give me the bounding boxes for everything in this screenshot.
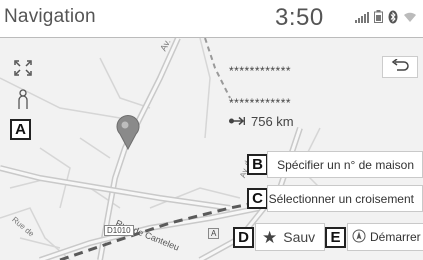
return-arrow-icon bbox=[391, 58, 409, 76]
distance-arrow-icon bbox=[229, 114, 245, 129]
destination-line-1: ************ bbox=[229, 64, 292, 78]
callout-d: D bbox=[233, 227, 254, 248]
callout-e: E bbox=[325, 227, 346, 248]
expand-map-icon[interactable] bbox=[12, 58, 34, 78]
header-bar: Navigation 3:50 bbox=[0, 0, 423, 38]
road-shield: A bbox=[208, 228, 220, 239]
navigation-screen: Av. G Rue de Canteleu D1010 A Rue de Av.… bbox=[0, 0, 423, 260]
callout-b: B bbox=[247, 154, 268, 175]
bluetooth-icon bbox=[388, 10, 398, 29]
start-navigation-icon bbox=[352, 229, 366, 246]
road-shield: D1010 bbox=[104, 225, 134, 236]
callout-a: A bbox=[10, 119, 31, 140]
house-number-button[interactable]: Spécifier un n° de maison bbox=[267, 151, 423, 178]
star-icon: ★ bbox=[262, 227, 278, 247]
pedestrian-icon[interactable] bbox=[14, 88, 32, 112]
callout-c: C bbox=[247, 188, 268, 209]
start-label: Démarrer bbox=[370, 230, 421, 244]
back-button[interactable] bbox=[382, 56, 418, 78]
clock: 3:50 bbox=[275, 4, 324, 31]
save-label: Sauv bbox=[283, 229, 316, 245]
location-pin-icon[interactable] bbox=[115, 114, 141, 150]
battery-icon bbox=[374, 10, 383, 28]
destination-line-2: ************ bbox=[229, 96, 292, 110]
start-button[interactable]: Démarrer bbox=[347, 223, 423, 251]
distance-readout: 756 km bbox=[229, 114, 294, 129]
wifi-icon bbox=[403, 10, 417, 28]
house-number-label: Spécifier un n° de maison bbox=[277, 157, 414, 172]
app-title: Navigation bbox=[4, 6, 96, 27]
intersection-button[interactable]: Sélectionner un croisement bbox=[267, 185, 423, 212]
signal-bars-icon bbox=[355, 10, 369, 28]
status-icons bbox=[355, 10, 417, 29]
save-button[interactable]: ★ Sauv bbox=[255, 223, 325, 251]
distance-value: 756 km bbox=[251, 114, 294, 129]
intersection-label: Sélectionner un croisement bbox=[268, 191, 414, 206]
